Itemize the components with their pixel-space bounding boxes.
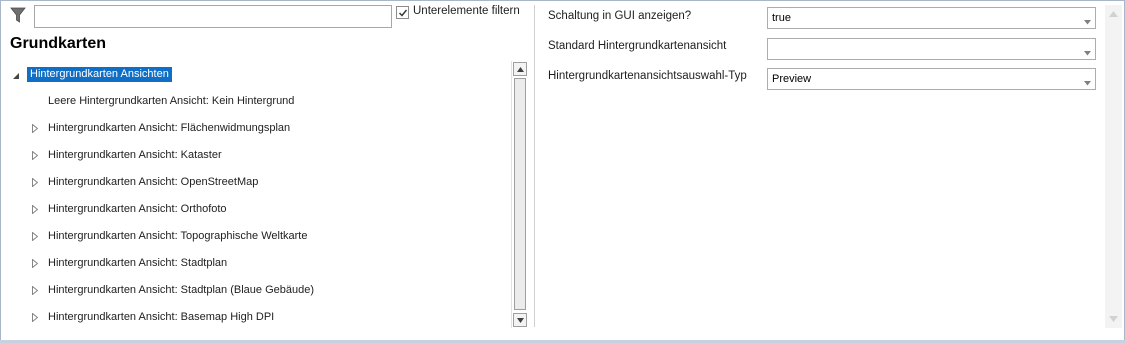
triangle-right-icon[interactable] <box>32 285 42 296</box>
property-label: Schaltung in GUI anzeigen? <box>548 10 692 22</box>
property-label: Standard Hintergrundkartenansicht <box>548 40 727 52</box>
tree-item[interactable]: Hintergrundkarten Ansicht: Kataster <box>1 145 509 167</box>
tree-item[interactable]: Hintergrundkarten Ansicht: Stadtplan <box>1 253 509 275</box>
select-value: true <box>772 12 791 24</box>
tree-root-row[interactable]: Hintergrundkarten Ansichten <box>1 64 509 86</box>
filter-input[interactable] <box>34 5 392 28</box>
properties-scrollbar[interactable] <box>1105 5 1122 328</box>
pane-title: Grundkarten <box>10 35 107 52</box>
tree-item[interactable]: Hintergrundkarten Ansicht: Orthofoto <box>1 199 509 221</box>
tree-item-label[interactable]: Leere Hintergrundkarten Ansicht: Kein Hi… <box>48 94 294 109</box>
tree-item[interactable]: Hintergrundkarten Ansicht: OpenStreetMap <box>1 172 509 194</box>
triangle-right-icon[interactable] <box>32 150 42 161</box>
triangle-down-icon[interactable] <box>12 71 22 81</box>
tree-root-label[interactable]: Hintergrundkarten Ansichten <box>27 67 172 82</box>
tree-item-label[interactable]: Hintergrundkarten Ansicht: Topographisch… <box>48 229 307 244</box>
tree-item-label[interactable]: Hintergrundkarten Ansicht: Basemap High … <box>48 310 274 325</box>
default-background-select[interactable] <box>767 38 1096 60</box>
tree-item[interactable]: Hintergrundkarten Ansicht: Stadtplan (Bl… <box>1 280 509 302</box>
triangle-right-icon[interactable] <box>32 258 42 269</box>
tree-item-label[interactable]: Hintergrundkarten Ansicht: Orthofoto <box>48 202 227 217</box>
chevron-down-icon[interactable] <box>1084 47 1091 59</box>
pane-splitter[interactable] <box>534 5 535 327</box>
chevron-down-icon[interactable] <box>1084 16 1091 28</box>
triangle-right-icon[interactable] <box>32 177 42 188</box>
filter-icon[interactable] <box>10 6 26 24</box>
tree-view: Hintergrundkarten Ansichten Leere Hinter… <box>1 61 509 331</box>
tree-scrollbar[interactable] <box>511 61 527 328</box>
triangle-right-icon[interactable] <box>32 123 42 134</box>
triangle-right-icon[interactable] <box>32 231 42 242</box>
tree-item-label[interactable]: Hintergrundkarten Ansicht: OpenStreetMap <box>48 175 258 190</box>
tree-item-label[interactable]: Hintergrundkarten Ansicht: Stadtplan (Bl… <box>48 283 314 298</box>
triangle-right-icon[interactable] <box>32 312 42 323</box>
tree-pane: Unterelemente filtern Grundkarten Hinter… <box>1 1 533 339</box>
tree-item[interactable]: Leere Hintergrundkarten Ansicht: Kein Hi… <box>1 91 509 113</box>
filter-children-label[interactable]: Unterelemente filtern <box>413 5 520 17</box>
tree-item-label[interactable]: Hintergrundkarten Ansicht: Flächenwidmun… <box>48 121 290 136</box>
scroll-down-icon[interactable] <box>1109 316 1118 322</box>
tree-item[interactable]: Hintergrundkarten Ansicht: Topographisch… <box>1 226 509 248</box>
chevron-down-icon[interactable] <box>1084 77 1091 89</box>
select-value: Preview <box>772 73 812 85</box>
properties-pane: Schaltung in GUI anzeigen? true Standard… <box>536 1 1106 339</box>
tree-item-label[interactable]: Hintergrundkarten Ansicht: Stadtplan <box>48 256 227 271</box>
tree-item-label[interactable]: Hintergrundkarten Ansicht: Kataster <box>48 148 222 163</box>
tree-item[interactable]: Hintergrundkarten Ansicht: Basemap High … <box>1 307 509 329</box>
scroll-up-icon[interactable] <box>1109 11 1118 17</box>
selection-type-select[interactable]: Preview <box>767 68 1096 90</box>
filter-children-checkbox[interactable] <box>396 6 409 19</box>
scroll-up-button[interactable] <box>513 62 527 76</box>
triangle-right-icon[interactable] <box>32 204 42 215</box>
scroll-thumb[interactable] <box>514 78 526 310</box>
tree-item[interactable]: Hintergrundkarten Ansicht: Flächenwidmun… <box>1 118 509 140</box>
show-in-gui-select[interactable]: true <box>767 7 1096 29</box>
property-label: Hintergrundkartenansichtsauswahl-Typ <box>548 70 747 82</box>
scroll-down-button[interactable] <box>513 313 527 327</box>
